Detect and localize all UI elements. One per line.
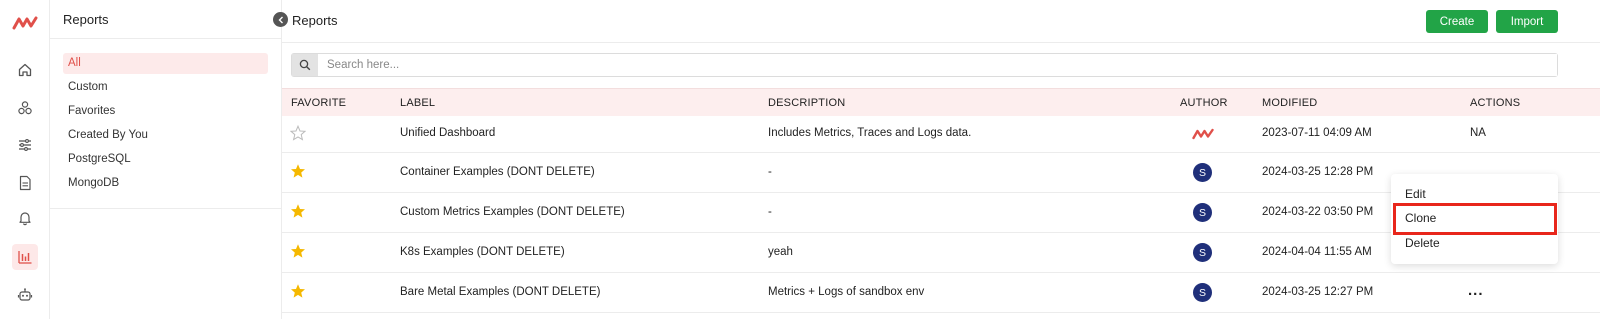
divider — [50, 208, 281, 209]
main-content: Reports Create Import FAVORITE LABEL DES… — [282, 0, 1600, 319]
nav-ai-assistant[interactable] — [12, 282, 38, 308]
actions-context-menu: Edit Clone Delete — [1391, 174, 1558, 264]
search-bar — [291, 53, 1558, 77]
nav-apps[interactable] — [12, 95, 38, 121]
table-row[interactable]: Unified Dashboard Includes Metrics, Trac… — [282, 116, 1600, 153]
middleware-logo[interactable] — [12, 14, 38, 32]
sidebar-item-postgresql[interactable]: PostgreSQL — [63, 149, 268, 170]
report-label[interactable]: Custom Metrics Examples (DONT DELETE) — [400, 206, 625, 218]
divider — [282, 42, 1600, 43]
middleware-logo-icon — [1192, 128, 1214, 140]
create-button[interactable]: Create — [1426, 10, 1488, 33]
robot-icon — [17, 288, 33, 301]
sidebar-item-all[interactable]: All — [63, 53, 268, 74]
menu-item-edit[interactable]: Edit — [1405, 187, 1426, 201]
report-modified: 2024-03-22 03:50 PM — [1262, 206, 1374, 218]
sidebar-item-favorites[interactable]: Favorites — [63, 101, 268, 122]
report-modified: 2024-04-04 11:55 AM — [1262, 246, 1372, 258]
report-modified: 2024-03-25 12:28 PM — [1262, 166, 1374, 178]
nav-home[interactable] — [12, 57, 38, 83]
report-label[interactable]: Bare Metal Examples (DONT DELETE) — [400, 286, 600, 298]
report-description: Metrics + Logs of sandbox env — [768, 286, 925, 298]
page-title: Reports — [292, 13, 338, 28]
column-header-modified[interactable]: MODIFIED — [1262, 97, 1317, 109]
report-actions: NA — [1470, 127, 1486, 139]
filters-icon — [19, 139, 31, 151]
document-icon — [19, 175, 31, 191]
divider — [50, 38, 281, 39]
icon-rail — [0, 0, 50, 319]
search-input[interactable] — [318, 54, 1557, 76]
nav-reports[interactable] — [12, 244, 38, 270]
apps-icon — [18, 101, 32, 115]
bell-icon — [19, 212, 31, 226]
column-header-author[interactable]: AUTHOR — [1180, 97, 1228, 109]
column-header-label[interactable]: LABEL — [400, 97, 435, 109]
report-label[interactable]: K8s Examples (DONT DELETE) — [400, 246, 565, 258]
star-outline-icon[interactable] — [290, 125, 306, 141]
star-filled-icon[interactable] — [290, 203, 306, 219]
chevron-left-icon — [278, 16, 283, 23]
reports-sidebar: Reports All Custom Favorites Created By … — [50, 0, 282, 319]
nav-documents[interactable] — [12, 170, 38, 196]
star-filled-icon[interactable] — [290, 283, 306, 299]
sidebar-item-custom[interactable]: Custom — [63, 77, 268, 98]
star-filled-icon[interactable] — [290, 163, 306, 179]
search-icon — [299, 59, 311, 71]
column-header-description[interactable]: DESCRIPTION — [768, 97, 845, 109]
author-avatar: S — [1193, 163, 1212, 182]
report-modified: 2023-07-11 04:09 AM — [1262, 127, 1372, 139]
column-header-actions: ACTIONS — [1470, 97, 1521, 109]
sidebar-item-created-by-you[interactable]: Created By You — [63, 125, 268, 146]
sidebar-title: Reports — [63, 12, 109, 27]
menu-item-delete[interactable]: Delete — [1405, 236, 1440, 250]
author-avatar: S — [1193, 283, 1212, 302]
nav-filters[interactable] — [12, 132, 38, 158]
collapse-sidebar-button[interactable] — [273, 12, 288, 27]
sidebar-item-mongodb[interactable]: MongoDB — [63, 173, 268, 194]
chart-icon — [18, 251, 32, 264]
column-header-favorite[interactable]: FAVORITE — [291, 97, 346, 109]
more-actions-button[interactable]: ... — [1468, 282, 1484, 299]
report-label[interactable]: Container Examples (DONT DELETE) — [400, 166, 595, 178]
search-button[interactable] — [292, 54, 318, 76]
table-header: FAVORITE LABEL DESCRIPTION AUTHOR MODIFI… — [282, 88, 1600, 116]
report-label[interactable]: Unified Dashboard — [400, 127, 495, 139]
star-filled-icon[interactable] — [290, 243, 306, 259]
report-description: yeah — [768, 246, 793, 258]
report-modified: 2024-03-25 12:27 PM — [1262, 286, 1374, 298]
table-row[interactable]: Bare Metal Examples (DONT DELETE) Metric… — [282, 273, 1600, 313]
nav-alerts[interactable] — [12, 205, 38, 231]
sidebar-list: All Custom Favorites Created By You Post… — [63, 53, 268, 197]
menu-item-clone[interactable]: Clone — [1405, 211, 1436, 225]
report-description: - — [768, 206, 772, 218]
report-description: Includes Metrics, Traces and Logs data. — [768, 127, 972, 139]
report-description: - — [768, 166, 772, 178]
author-avatar: S — [1193, 203, 1212, 222]
import-button[interactable]: Import — [1496, 10, 1558, 33]
author-avatar: S — [1193, 243, 1212, 262]
home-icon — [18, 63, 32, 77]
